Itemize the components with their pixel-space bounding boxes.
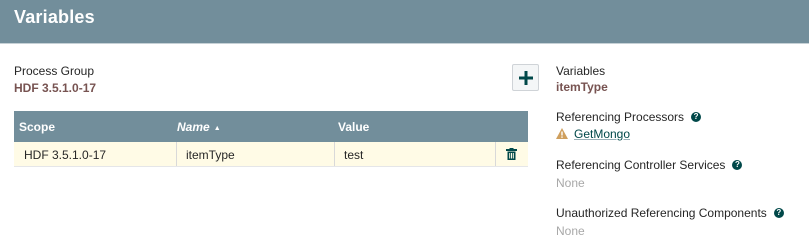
help-icon[interactable]: ? bbox=[691, 111, 702, 122]
table-header: Scope Name ▲ Value bbox=[14, 111, 528, 142]
cell-name: itemType bbox=[186, 148, 235, 162]
column-name-label: Name bbox=[177, 120, 210, 134]
cell-value[interactable]: test bbox=[344, 148, 363, 162]
referencing-controller-services-label: Referencing Controller Services? bbox=[556, 158, 743, 172]
variables-table: Scope Name ▲ Value HDF 3.5.1.0-17 itemTyp… bbox=[14, 111, 528, 167]
help-icon[interactable]: ? bbox=[732, 159, 743, 170]
plus-icon bbox=[518, 70, 533, 85]
add-variable-button[interactable] bbox=[512, 64, 539, 91]
column-divider bbox=[334, 142, 335, 166]
warning-icon bbox=[556, 128, 568, 140]
variables-value: itemType bbox=[556, 80, 608, 94]
referencing-controller-services-value: None bbox=[556, 176, 585, 190]
referencing-processor-item[interactable]: GetMongo bbox=[556, 127, 630, 141]
referencing-controller-services-text: Referencing Controller Services bbox=[556, 158, 726, 172]
column-header-name[interactable]: Name ▲ bbox=[177, 120, 221, 134]
dialog-title: Variables bbox=[14, 7, 95, 27]
unauthorized-referencing-components-text: Unauthorized Referencing Components bbox=[556, 206, 767, 220]
unauthorized-referencing-components-value: None bbox=[556, 224, 585, 238]
processor-link-getmongo[interactable]: GetMongo bbox=[574, 127, 630, 141]
unauthorized-referencing-components-label: Unauthorized Referencing Components? bbox=[556, 206, 784, 220]
column-divider bbox=[495, 142, 496, 166]
column-header-value[interactable]: Value bbox=[338, 120, 369, 134]
dialog-header: Variables bbox=[0, 0, 809, 44]
sort-ascending-icon: ▲ bbox=[213, 125, 221, 132]
process-group-name: HDF 3.5.1.0-17 bbox=[14, 81, 97, 95]
cell-scope: HDF 3.5.1.0-17 bbox=[24, 148, 107, 162]
variables-label: Variables bbox=[556, 64, 606, 78]
referencing-processors-label: Referencing Processors? bbox=[556, 110, 702, 124]
help-icon[interactable]: ? bbox=[773, 207, 784, 218]
column-divider bbox=[176, 142, 177, 166]
trash-icon[interactable] bbox=[506, 148, 517, 160]
referencing-processors-text: Referencing Processors bbox=[556, 110, 685, 124]
table-row[interactable]: HDF 3.5.1.0-17 itemType test bbox=[14, 142, 528, 167]
column-header-scope[interactable]: Scope bbox=[19, 120, 55, 134]
process-group-label: Process Group bbox=[14, 64, 95, 78]
